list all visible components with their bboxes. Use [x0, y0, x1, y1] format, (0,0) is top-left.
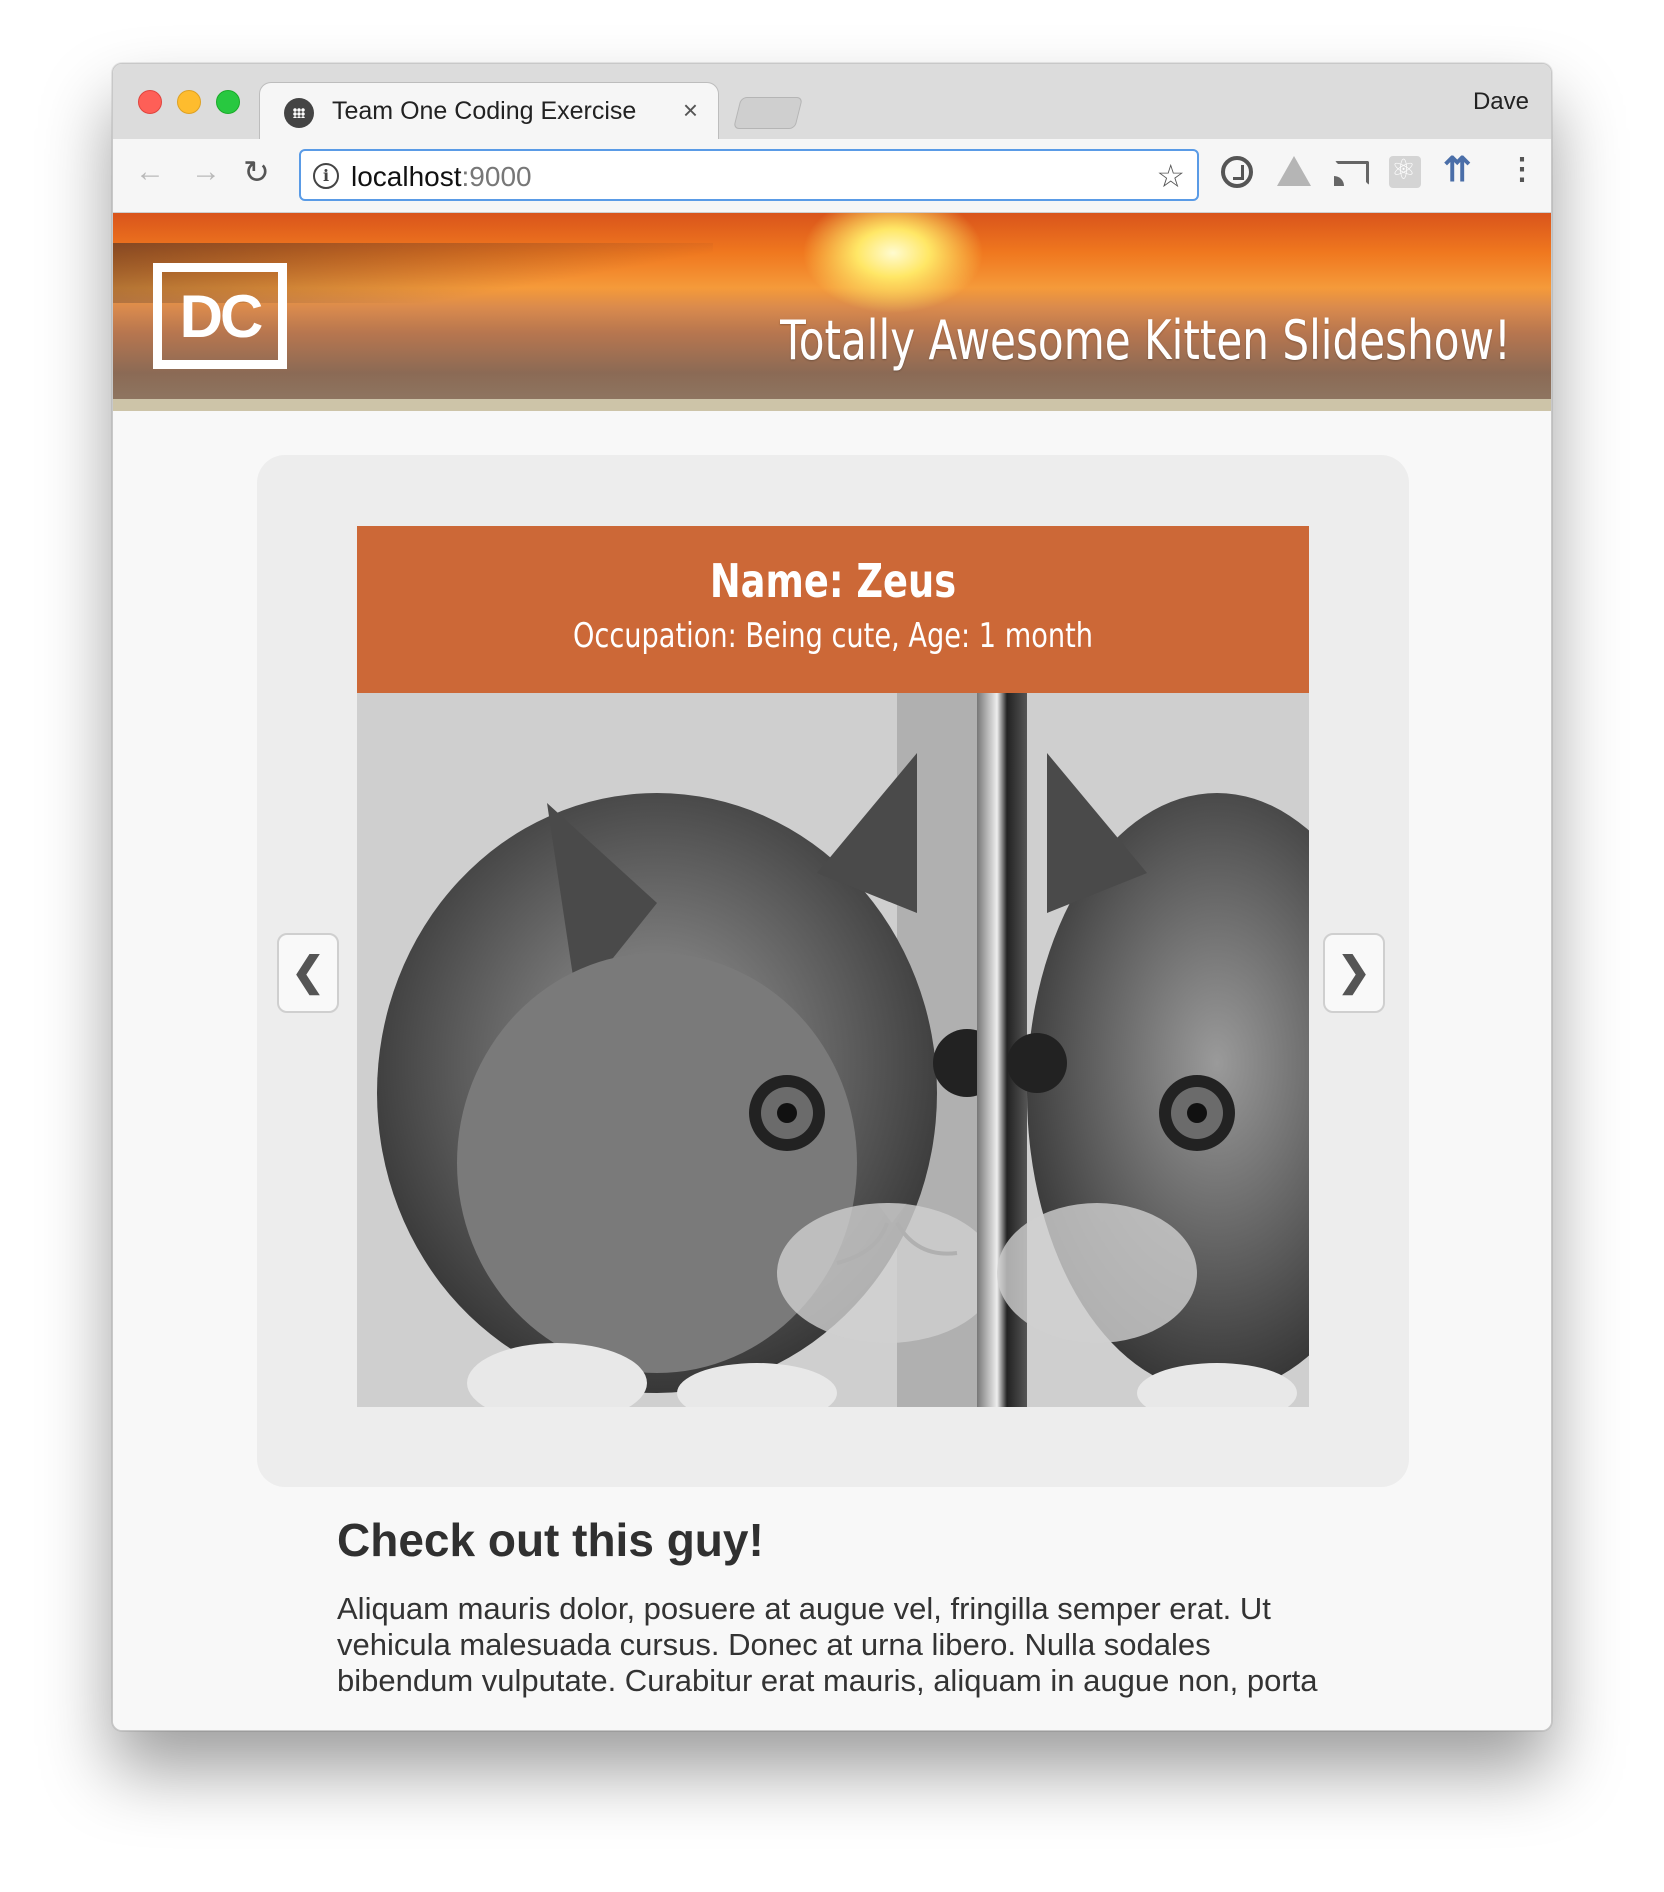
- previous-slide-button[interactable]: ❮: [277, 933, 339, 1013]
- dc-logo[interactable]: DC: [153, 263, 287, 369]
- url-port: :9000: [461, 161, 532, 192]
- slide-caption: Name: Zeus Occupation: Being cute, Age: …: [357, 526, 1309, 693]
- browser-toolbar: ← → ↻ i localhost:9000 ☆ ⋮: [113, 139, 1551, 213]
- star-icon[interactable]: ☆: [1156, 157, 1185, 195]
- window-minimize-button[interactable]: [177, 90, 201, 114]
- more-vertical-icon[interactable]: ⋮: [1507, 155, 1537, 185]
- page-title: Totally Awesome Kitten Slideshow!: [780, 309, 1511, 372]
- window-close-button[interactable]: [138, 90, 162, 114]
- kitten-details: Occupation: Being cute, Age: 1 month: [572, 616, 1094, 656]
- kitten-illustration: [357, 693, 1309, 1407]
- kitten-name: Name: Zeus: [709, 554, 957, 608]
- content-paragraph: Aliquam mauris dolor, posuere at augue v…: [337, 1591, 1318, 1698]
- browser-tab[interactable]: Team One Coding Exercise ×: [259, 82, 719, 139]
- profile-name[interactable]: Dave: [1473, 88, 1529, 116]
- banner-border: [113, 399, 1551, 411]
- window-maximize-button[interactable]: [216, 90, 240, 114]
- chevron-right-icon: ❯: [1337, 950, 1371, 994]
- browser-window: Team One Coding Exercise × Dave ← → ↻ i …: [112, 63, 1552, 1731]
- react-devtools-icon[interactable]: [1389, 153, 1421, 188]
- cast-icon[interactable]: [1334, 161, 1369, 186]
- extension-arrows-icon[interactable]: [1443, 150, 1475, 190]
- chevron-left-icon: ❮: [291, 950, 325, 994]
- new-tab-button[interactable]: [733, 97, 803, 129]
- page-viewport: DC Totally Awesome Kitten Slideshow! Nam…: [113, 213, 1551, 1730]
- info-icon[interactable]: i: [313, 163, 339, 189]
- tab-close-icon[interactable]: ×: [683, 95, 698, 126]
- back-arrow-icon[interactable]: ←: [135, 155, 165, 189]
- favicon-icon: [284, 98, 314, 128]
- tab-strip: Team One Coding Exercise × Dave: [113, 64, 1551, 139]
- drive-extension-icon[interactable]: [1277, 156, 1311, 186]
- header-banner: DC Totally Awesome Kitten Slideshow!: [113, 213, 1551, 405]
- sync-extension-icon[interactable]: [1221, 156, 1253, 188]
- kitten-photo: [357, 693, 1309, 1407]
- url-host: localhost: [351, 161, 462, 192]
- reload-icon[interactable]: ↻: [243, 153, 270, 191]
- slideshow-panel: Name: Zeus Occupation: Being cute, Age: …: [257, 455, 1409, 1487]
- url-text[interactable]: localhost:9000: [351, 161, 532, 193]
- next-slide-button[interactable]: ❯: [1323, 933, 1385, 1013]
- content-heading: Check out this guy!: [337, 1514, 764, 1566]
- tab-title: Team One Coding Exercise: [332, 97, 637, 125]
- address-bar[interactable]: i localhost:9000 ☆: [299, 149, 1199, 201]
- forward-arrow-icon[interactable]: →: [191, 155, 221, 189]
